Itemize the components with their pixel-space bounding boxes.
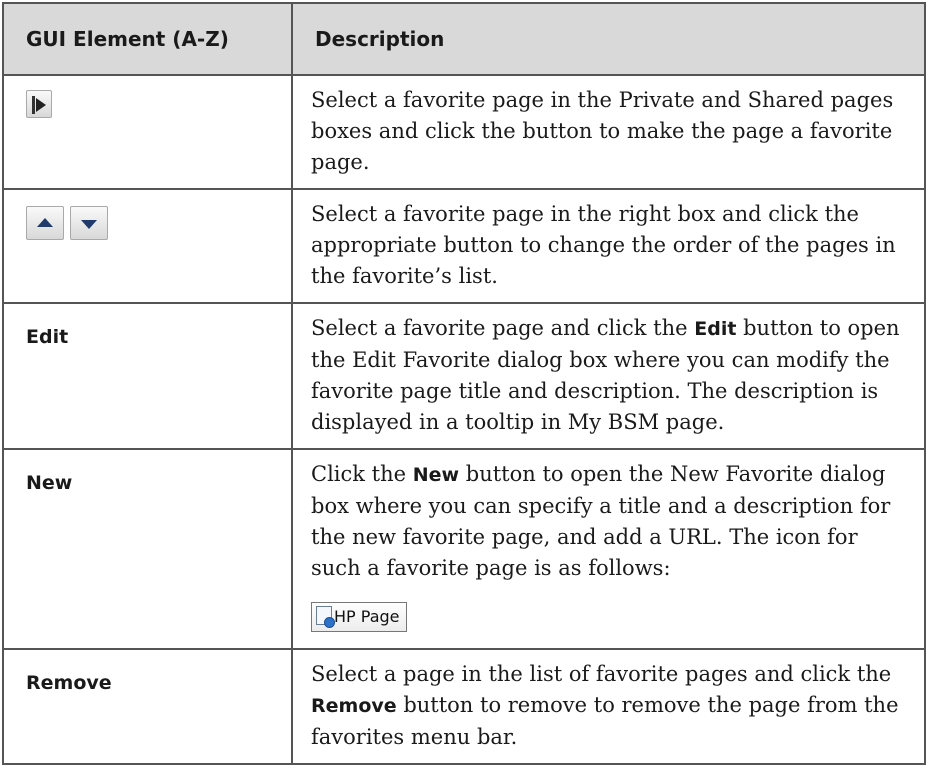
move-up-icon	[26, 206, 64, 240]
description-cell: Select a favorite page in the Private an…	[291, 74, 926, 190]
description-text: Click the	[311, 462, 413, 486]
move-down-icon	[70, 206, 108, 240]
description-bold: Edit	[694, 318, 737, 340]
element-label: Edit	[26, 326, 69, 348]
description-cell: Select a favorite page and click the Edi…	[291, 302, 926, 450]
gui-elements-table: GUI Element (A-Z) Description Select a f…	[2, 2, 926, 765]
description-cell: Select a page in the list of favorite pa…	[291, 648, 926, 765]
description-text: Select a favorite page and click the	[311, 316, 695, 340]
table-row: Remove Select a page in the list of favo…	[2, 648, 926, 765]
hp-page-label: HP Page	[334, 607, 400, 626]
element-cell	[2, 74, 293, 190]
element-cell: New	[2, 448, 293, 650]
table-row: Select a favorite page in the Private an…	[2, 74, 926, 190]
element-cell	[2, 188, 293, 304]
header-gui-element: GUI Element (A-Z)	[2, 2, 293, 76]
description-text: Select a page in the list of favorite pa…	[311, 662, 892, 686]
move-right-arrow-icon	[26, 90, 52, 118]
header-description: Description	[291, 2, 926, 76]
element-cell: Remove	[2, 648, 293, 765]
hp-page-sample: HP Page	[311, 602, 407, 632]
element-label: New	[26, 472, 73, 494]
description-text: button to remove to remove the page from…	[311, 693, 899, 749]
table-row: Select a favorite page in the right box …	[2, 188, 926, 304]
element-cell: Edit	[2, 302, 293, 450]
description-bold: Remove	[311, 695, 397, 717]
table-row: New Click the New button to open the New…	[2, 448, 926, 650]
hp-page-icon	[316, 606, 335, 628]
element-label: Remove	[26, 672, 112, 694]
table-row: Edit Select a favorite page and click th…	[2, 302, 926, 450]
description-cell: Click the New button to open the New Fav…	[291, 448, 926, 650]
description-bold: New	[412, 464, 460, 486]
description-cell: Select a favorite page in the right box …	[291, 188, 926, 304]
table-header-row: GUI Element (A-Z) Description	[2, 2, 926, 76]
